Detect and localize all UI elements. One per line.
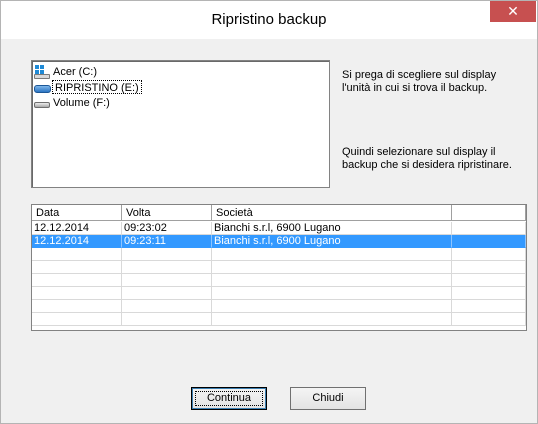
cell-volta: 09:23:02 — [122, 222, 212, 235]
title-bar[interactable]: Ripristino backup ✕ — [1, 1, 537, 39]
removable-drive-icon — [34, 81, 51, 93]
empty-row — [32, 313, 526, 326]
cell-extra — [452, 222, 526, 235]
column-header-extra[interactable] — [452, 205, 526, 221]
instruction-select-drive: Si prega di scegliere sul display l'unit… — [342, 69, 497, 94]
dialog-body: Acer (C:) RIPRISTINO (E:) Volume (F:) Si… — [9, 39, 529, 417]
empty-row — [32, 287, 526, 300]
cell-data: 12.12.2014 — [32, 222, 122, 235]
window-title: Ripristino backup — [211, 11, 327, 28]
empty-row — [32, 300, 526, 313]
column-header-volta[interactable]: Volta — [122, 205, 212, 221]
empty-row — [32, 248, 526, 261]
cell-data: 12.12.2014 — [32, 235, 122, 248]
table-row[interactable]: 12.12.2014 09:23:02 Bianchi s.r.l, 6900 … — [32, 222, 526, 235]
cell-extra — [452, 235, 526, 248]
column-header-societa[interactable]: Società — [212, 205, 452, 221]
continue-button[interactable]: Continua — [191, 387, 267, 410]
hard-drive-icon — [34, 97, 50, 109]
windows-drive-icon — [34, 64, 50, 79]
cell-societa: Bianchi s.r.l, 6900 Lugano — [212, 235, 452, 248]
empty-row — [32, 261, 526, 274]
drive-item-f[interactable]: Volume (F:) — [34, 95, 112, 110]
instruction-select-backup: Quindi selezionare sul display il backup… — [342, 146, 512, 171]
empty-row — [32, 274, 526, 287]
close-window-button[interactable]: ✕ — [490, 1, 536, 22]
close-button[interactable]: Chiudi — [290, 387, 366, 410]
drive-list[interactable]: Acer (C:) RIPRISTINO (E:) Volume (F:) — [31, 60, 330, 188]
drive-label: Acer (C:) — [53, 65, 97, 78]
backup-restore-window: Ripristino backup ✕ Acer (C:) RIPRISTINO… — [0, 0, 538, 424]
drive-label: RIPRISTINO (E:) — [52, 79, 142, 94]
cell-societa: Bianchi s.r.l, 6900 Lugano — [212, 222, 452, 235]
drive-item-c[interactable]: Acer (C:) — [34, 64, 99, 79]
backup-table[interactable]: Data Volta Società 12.12.2014 09:23:02 B… — [31, 204, 527, 331]
drive-item-e[interactable]: RIPRISTINO (E:) — [34, 79, 142, 94]
table-row-selected[interactable]: 12.12.2014 09:23:11 Bianchi s.r.l, 6900 … — [32, 235, 526, 248]
instructions: Si prega di scegliere sul display l'unit… — [342, 69, 522, 171]
column-header-data[interactable]: Data — [32, 205, 122, 221]
table-header: Data Volta Società — [32, 205, 526, 221]
drive-label: Volume (F:) — [53, 96, 110, 109]
cell-volta: 09:23:11 — [122, 235, 212, 248]
